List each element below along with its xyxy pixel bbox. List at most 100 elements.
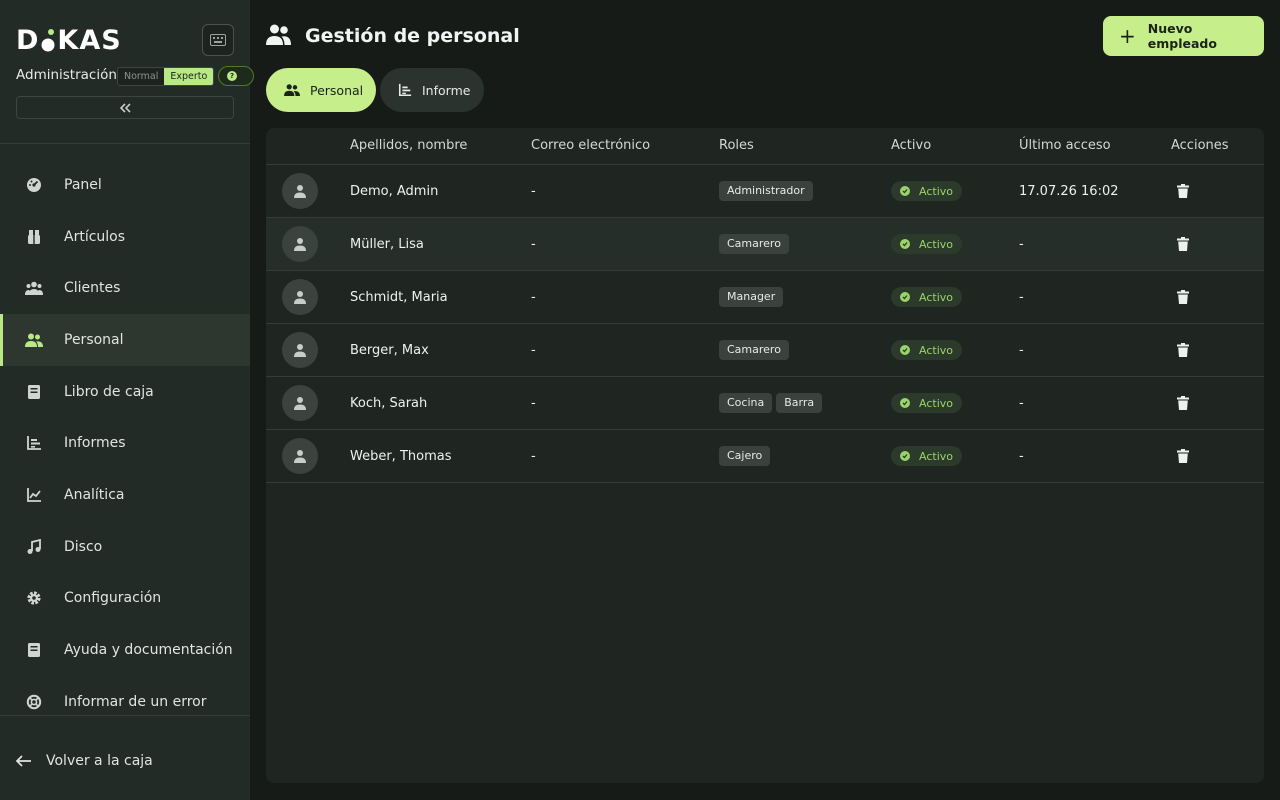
customers-icon xyxy=(24,278,44,298)
roles-cell: Camarero xyxy=(719,324,793,376)
delete-button[interactable] xyxy=(1177,377,1189,429)
table-row[interactable]: Koch, Sarah - Cocina Barra Activo - xyxy=(266,377,1264,430)
delete-button[interactable] xyxy=(1177,218,1189,270)
column-header-actions: Acciones xyxy=(1171,138,1229,153)
mode-expert-button[interactable]: Experto xyxy=(164,68,214,85)
column-header-active[interactable]: Activo xyxy=(891,138,931,153)
dashboard-icon xyxy=(24,175,44,195)
sidebar-item-panel[interactable]: Panel xyxy=(0,159,250,211)
table-row[interactable]: Müller, Lisa - Camarero Activo - xyxy=(266,218,1264,271)
status-label: Activo xyxy=(919,396,953,410)
staff-icon xyxy=(266,24,292,48)
delete-button[interactable] xyxy=(1177,165,1189,217)
sidebar-item-articulos[interactable]: Artículos xyxy=(0,211,250,263)
sidebar-item-analitica[interactable]: Analítica xyxy=(0,469,250,521)
avatar xyxy=(282,226,318,262)
delete-button[interactable] xyxy=(1177,324,1189,376)
table-row[interactable]: Demo, Admin - Administrador Activo 17.07… xyxy=(266,165,1264,218)
logo-mark xyxy=(41,29,55,52)
sidebar-divider xyxy=(0,715,250,716)
back-to-register-link[interactable]: Volver a la caja xyxy=(16,750,153,772)
last-access: 17.07.26 16:02 xyxy=(1019,183,1119,199)
last-access: - xyxy=(1019,395,1024,411)
status-cell: Activo xyxy=(891,271,962,323)
sidebar-item-label: Informes xyxy=(64,435,126,452)
cashbook-icon xyxy=(24,382,44,402)
status-cell: Activo xyxy=(891,324,962,376)
avatar xyxy=(282,385,318,421)
sidebar-item-ayuda[interactable]: Ayuda y documentación xyxy=(0,624,250,676)
delete-button[interactable] xyxy=(1177,271,1189,323)
sidebar: D KAS Administración Normal Experto ? Pa… xyxy=(0,0,254,800)
avatar xyxy=(282,438,318,474)
table-header: Apellidos, nombre Correo electrónico Rol… xyxy=(266,128,1264,165)
new-employee-button[interactable]: + Nuevo empleado xyxy=(1103,16,1264,56)
sidebar-item-label: Personal xyxy=(64,331,124,348)
employee-email: - xyxy=(531,342,536,358)
roles-cell: Manager xyxy=(719,271,787,323)
column-header-last-access[interactable]: Último acceso xyxy=(1019,138,1111,153)
trash-icon xyxy=(1177,237,1189,251)
column-header-name[interactable]: Apellidos, nombre xyxy=(350,138,467,153)
status-label: Activo xyxy=(919,343,953,357)
admin-label: Administración xyxy=(16,67,117,83)
avatar-cell xyxy=(282,430,318,482)
articles-icon xyxy=(24,227,44,247)
new-employee-label: Nuevo empleado xyxy=(1147,21,1217,51)
sidebar-item-personal[interactable]: Personal xyxy=(0,314,250,366)
table-row[interactable]: Schmidt, Maria - Manager Activo - xyxy=(266,271,1264,324)
trash-icon xyxy=(1177,290,1189,304)
role-tag: Camarero xyxy=(719,340,789,360)
employee-name: Demo, Admin xyxy=(350,183,439,199)
table-row[interactable]: Berger, Max - Camarero Activo - xyxy=(266,324,1264,377)
avatar-cell xyxy=(282,165,318,217)
column-header-email[interactable]: Correo electrónico xyxy=(531,138,650,153)
tab-informe[interactable]: Informe xyxy=(380,68,484,112)
sidebar-item-informar-error[interactable]: Informar de un error xyxy=(0,676,250,728)
roles-cell: Camarero xyxy=(719,218,793,270)
roles-cell: Cajero xyxy=(719,430,774,482)
sidebar-item-disco[interactable]: Disco xyxy=(0,521,250,573)
roles-cell: Administrador xyxy=(719,165,817,217)
sidebar-item-informes[interactable]: Informes xyxy=(0,417,250,469)
collapse-sidebar-button[interactable] xyxy=(16,96,234,119)
sidebar-item-libro-de-caja[interactable]: Libro de caja xyxy=(0,366,250,418)
employee-name: Schmidt, Maria xyxy=(350,289,448,305)
last-access: - xyxy=(1019,342,1024,358)
status-label: Activo xyxy=(919,290,953,304)
avatar-cell xyxy=(282,271,318,323)
check-circle-icon xyxy=(900,345,910,355)
check-circle-icon xyxy=(900,186,910,196)
status-label: Activo xyxy=(919,184,953,198)
trash-icon xyxy=(1177,396,1189,410)
help-toggle[interactable]: ? xyxy=(218,66,254,86)
avatar-cell xyxy=(282,324,318,376)
check-circle-icon xyxy=(900,292,910,302)
table-row[interactable]: Weber, Thomas - Cajero Activo - xyxy=(266,430,1264,483)
person-icon xyxy=(293,449,307,463)
role-tag: Cajero xyxy=(719,446,771,466)
delete-button[interactable] xyxy=(1177,430,1189,482)
keyboard-button[interactable] xyxy=(202,24,234,56)
trash-icon xyxy=(1177,449,1189,463)
sidebar-item-label: Artículos xyxy=(64,228,126,245)
employee-email: - xyxy=(531,236,536,252)
mode-normal-button[interactable]: Normal xyxy=(118,68,165,85)
trash-icon xyxy=(1177,343,1189,357)
status-badge: Activo xyxy=(891,234,962,254)
staff-icon xyxy=(284,84,300,96)
gear-icon xyxy=(24,588,44,608)
status-badge: Activo xyxy=(891,181,962,201)
avatar xyxy=(282,279,318,315)
sidebar-item-clientes[interactable]: Clientes xyxy=(0,262,250,314)
last-access: - xyxy=(1019,448,1024,464)
tab-personal[interactable]: Personal xyxy=(266,68,376,112)
roles-cell: Cocina Barra xyxy=(719,377,826,429)
sidebar-item-configuracion[interactable]: Configuración xyxy=(0,573,250,625)
arrow-left-icon xyxy=(16,755,32,767)
sidebar-item-label: Informar de un error xyxy=(64,693,207,710)
role-tag: Cocina xyxy=(719,393,773,413)
page-title: Gestión de personal xyxy=(305,25,520,47)
person-icon xyxy=(293,184,307,198)
column-header-roles[interactable]: Roles xyxy=(719,138,754,153)
